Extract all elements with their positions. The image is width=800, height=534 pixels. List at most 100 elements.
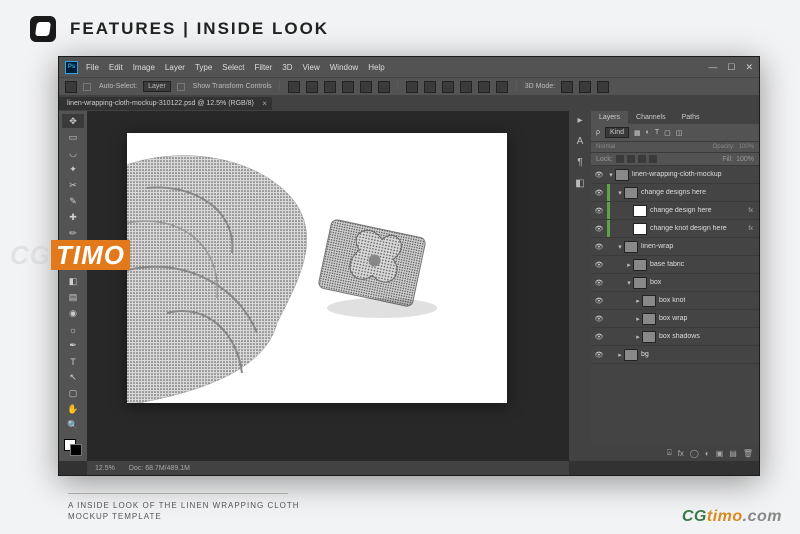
doc-size[interactable]: Doc: 68.7M/489.1M: [129, 465, 190, 472]
color-swatches[interactable]: [62, 437, 84, 458]
align-icon[interactable]: [378, 81, 390, 93]
menu-window[interactable]: Window: [330, 63, 358, 72]
visibility-toggle[interactable]: 👁: [591, 207, 607, 215]
char-panel-icon[interactable]: A: [577, 136, 584, 147]
layer-name[interactable]: change design here: [650, 207, 712, 214]
layer-row[interactable]: 👁▸bg: [591, 346, 759, 364]
document-tab[interactable]: linen-wrapping-cloth-mockup-310122.psd @…: [59, 97, 272, 110]
tab-channels[interactable]: Channels: [628, 111, 674, 124]
filter-shape-icon[interactable]: ▢: [664, 129, 671, 137]
move-tool-icon[interactable]: [65, 81, 77, 93]
menu-select[interactable]: Select: [222, 63, 244, 72]
visibility-toggle[interactable]: 👁: [591, 243, 607, 251]
distribute-icon[interactable]: [496, 81, 508, 93]
visibility-toggle[interactable]: 👁: [591, 297, 607, 305]
maximize-icon[interactable]: ☐: [727, 62, 735, 73]
zoom-level[interactable]: 12.5%: [95, 465, 115, 472]
fx-badge[interactable]: fx: [748, 208, 753, 214]
visibility-toggle[interactable]: 👁: [591, 189, 607, 197]
3d-icon[interactable]: [561, 81, 573, 93]
3d-icon[interactable]: [579, 81, 591, 93]
layer-name[interactable]: box knot: [659, 297, 685, 304]
visibility-toggle[interactable]: 👁: [591, 225, 607, 233]
background-color[interactable]: [70, 444, 82, 456]
layer-name[interactable]: box shadows: [659, 333, 700, 340]
pen-tool[interactable]: ✒: [62, 339, 84, 353]
eraser-tool[interactable]: ◧: [62, 274, 84, 288]
expand-arrow-icon[interactable]: ▸: [625, 261, 633, 269]
paragraph-panel-icon[interactable]: ¶: [577, 157, 582, 168]
filter-adjust-icon[interactable]: ◐: [646, 129, 650, 136]
align-icon[interactable]: [342, 81, 354, 93]
artboard[interactable]: [127, 133, 507, 403]
fx-badge[interactable]: fx: [748, 226, 753, 232]
crop-tool[interactable]: ✂: [62, 178, 84, 192]
layer-row[interactable]: 👁▸base fabric: [591, 256, 759, 274]
expand-arrow-icon[interactable]: ▸: [634, 315, 642, 323]
lock-all-icon[interactable]: [649, 155, 657, 163]
delete-layer-icon[interactable]: 🗑: [743, 449, 753, 458]
expand-arrow-icon[interactable]: ▸: [634, 333, 642, 341]
layer-row[interactable]: 👁 change design here fx: [591, 202, 759, 220]
gradient-tool[interactable]: ▤: [62, 291, 84, 305]
tab-layers[interactable]: Layers: [591, 111, 628, 124]
layer-row[interactable]: 👁 ▾ box: [591, 274, 759, 292]
lock-pixels-icon[interactable]: [627, 155, 635, 163]
blur-tool[interactable]: ◉: [62, 307, 84, 321]
menu-image[interactable]: Image: [133, 63, 155, 72]
distribute-icon[interactable]: [406, 81, 418, 93]
layer-name[interactable]: bg: [641, 351, 649, 358]
fill-input[interactable]: 100%: [736, 156, 754, 163]
new-layer-icon[interactable]: ▤: [729, 449, 737, 458]
layer-row[interactable]: 👁▾ linen-wrapping-cloth-mockup: [591, 166, 759, 184]
layer-name[interactable]: change knot design here: [650, 225, 727, 232]
menu-filter[interactable]: Filter: [255, 63, 273, 72]
close-icon[interactable]: ✕: [745, 62, 753, 73]
move-tool[interactable]: ✥: [62, 114, 84, 128]
visibility-toggle[interactable]: 👁: [591, 333, 607, 341]
expand-arrow-icon[interactable]: ▸: [616, 351, 624, 359]
tab-close-icon[interactable]: ×: [262, 99, 267, 108]
menu-edit[interactable]: Edit: [109, 63, 123, 72]
menu-type[interactable]: Type: [195, 63, 212, 72]
visibility-toggle[interactable]: 👁: [591, 315, 607, 323]
menu-3d[interactable]: 3D: [282, 63, 292, 72]
tab-paths[interactable]: Paths: [674, 111, 708, 124]
expand-arrow-icon[interactable]: ▾: [625, 279, 633, 287]
align-icon[interactable]: [288, 81, 300, 93]
visibility-toggle[interactable]: 👁: [591, 261, 607, 269]
hand-tool[interactable]: ✋: [62, 403, 84, 417]
path-tool[interactable]: ↖: [62, 371, 84, 385]
3d-icon[interactable]: [597, 81, 609, 93]
filter-type-icon[interactable]: T: [655, 129, 659, 136]
autoselect-dropdown[interactable]: Layer: [143, 81, 171, 92]
layer-name[interactable]: linen-wrapping-cloth-mockup: [632, 171, 722, 178]
group-icon[interactable]: ▣: [716, 449, 724, 458]
expand-arrow-icon[interactable]: ▾: [607, 171, 615, 179]
layer-row[interactable]: 👁 ▸ box wrap: [591, 310, 759, 328]
transform-checkbox[interactable]: [177, 83, 185, 91]
layer-row[interactable]: 👁 ▸ box shadows: [591, 328, 759, 346]
link-layers-icon[interactable]: ⍓: [667, 448, 672, 458]
layer-name[interactable]: box: [650, 279, 661, 286]
zoom-tool[interactable]: 🔍: [62, 419, 84, 433]
menu-layer[interactable]: Layer: [165, 63, 185, 72]
type-tool[interactable]: T: [62, 355, 84, 369]
opacity-input[interactable]: 100%: [739, 144, 754, 150]
swatches-panel-icon[interactable]: ◧: [575, 178, 584, 189]
visibility-toggle[interactable]: 👁: [591, 279, 607, 287]
expand-arrow-icon[interactable]: ▸: [634, 297, 642, 305]
layer-row[interactable]: 👁 ▸ box knot: [591, 292, 759, 310]
distribute-icon[interactable]: [460, 81, 472, 93]
layer-name[interactable]: box wrap: [659, 315, 687, 322]
layer-fx-icon[interactable]: fx: [678, 449, 684, 458]
shape-tool[interactable]: ▢: [62, 387, 84, 401]
canvas-area[interactable]: [87, 111, 569, 461]
layer-row[interactable]: 👁▾change designs here: [591, 184, 759, 202]
filter-pixel-icon[interactable]: ▦: [634, 129, 641, 137]
menu-file[interactable]: File: [86, 63, 99, 72]
adjustment-layer-icon[interactable]: ◐: [705, 449, 710, 458]
visibility-toggle[interactable]: 👁: [591, 171, 607, 179]
lasso-tool[interactable]: ◡: [62, 146, 84, 160]
layer-mask-icon[interactable]: ◯: [690, 449, 699, 458]
